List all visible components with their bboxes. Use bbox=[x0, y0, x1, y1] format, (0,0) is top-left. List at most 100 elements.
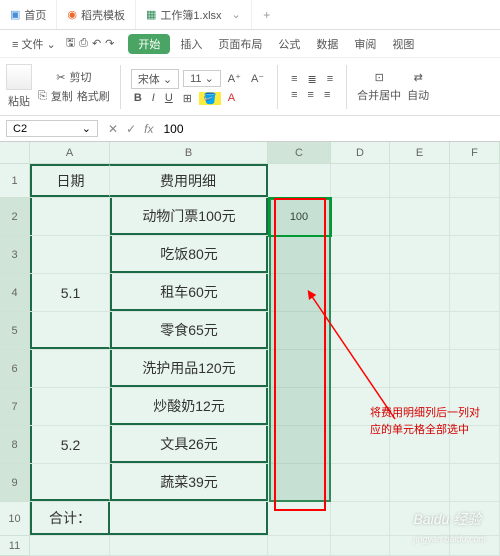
font-color-button[interactable]: A bbox=[225, 92, 238, 104]
cell-grid[interactable]: 日期 费用明细 动物门票100元 100 吃饭80元 bbox=[30, 164, 500, 556]
row-header[interactable]: 9 bbox=[0, 464, 30, 502]
cancel-formula-button[interactable]: ✕ bbox=[104, 122, 122, 136]
cell[interactable]: 100 bbox=[268, 198, 331, 235]
cell[interactable]: 洗护用品120元 bbox=[110, 350, 268, 387]
menu-start[interactable]: 开始 bbox=[128, 34, 170, 54]
cell[interactable] bbox=[30, 536, 110, 555]
align-bottom-button[interactable]: ≡ bbox=[324, 73, 336, 85]
menu-file[interactable]: ≡ 文件 ⌄ bbox=[6, 34, 62, 54]
fill-color-button[interactable]: 🪣 bbox=[199, 92, 221, 105]
cell[interactable]: 零食65元 bbox=[110, 312, 268, 349]
undo-icon[interactable]: ↶ bbox=[92, 37, 101, 50]
row-header[interactable]: 7 bbox=[0, 388, 30, 426]
menu-page-layout[interactable]: 页面布局 bbox=[212, 34, 268, 54]
col-header-e[interactable]: E bbox=[390, 142, 450, 164]
row-header[interactable]: 5 bbox=[0, 312, 30, 350]
select-all-corner[interactable] bbox=[0, 142, 30, 164]
cell[interactable] bbox=[450, 274, 500, 311]
redo-icon[interactable]: ↷ bbox=[105, 37, 114, 50]
cell[interactable] bbox=[30, 236, 110, 273]
cell[interactable] bbox=[390, 464, 450, 501]
cell[interactable] bbox=[450, 236, 500, 273]
fx-icon[interactable]: fx bbox=[140, 122, 157, 136]
cell[interactable] bbox=[268, 312, 331, 349]
row-header[interactable]: 2 bbox=[0, 198, 30, 236]
cell[interactable]: 动物门票100元 bbox=[110, 198, 268, 235]
cell[interactable] bbox=[331, 312, 390, 349]
new-tab-button[interactable]: + bbox=[252, 0, 282, 29]
cell-group1-label[interactable]: 5.1 bbox=[30, 274, 110, 311]
cell[interactable] bbox=[331, 274, 390, 311]
cell[interactable] bbox=[268, 236, 331, 273]
cell[interactable] bbox=[450, 350, 500, 387]
cell-reference-input[interactable]: C2⌄ bbox=[6, 120, 98, 137]
cell[interactable] bbox=[390, 312, 450, 349]
cell[interactable] bbox=[390, 350, 450, 387]
col-header-c[interactable]: C bbox=[268, 142, 331, 164]
accept-formula-button[interactable]: ✓ bbox=[122, 122, 140, 136]
cell[interactable] bbox=[30, 464, 110, 501]
cell[interactable] bbox=[331, 502, 390, 535]
row-header[interactable]: 1 bbox=[0, 164, 30, 198]
cell-total[interactable]: 合计： bbox=[30, 502, 110, 535]
font-size-select[interactable]: 11 ⌄ bbox=[183, 70, 221, 87]
row-header[interactable]: 3 bbox=[0, 236, 30, 274]
cell[interactable] bbox=[331, 350, 390, 387]
tab-workbook[interactable]: ▦ 工作簿1.xlsx ⌄ bbox=[136, 0, 252, 29]
menu-data[interactable]: 数据 bbox=[310, 34, 344, 54]
col-header-d[interactable]: D bbox=[331, 142, 390, 164]
cell[interactable] bbox=[331, 536, 390, 555]
menu-view[interactable]: 视图 bbox=[386, 34, 420, 54]
menu-formula[interactable]: 公式 bbox=[272, 34, 306, 54]
menu-insert[interactable]: 插入 bbox=[174, 34, 208, 54]
italic-button[interactable]: I bbox=[149, 92, 158, 104]
align-left-button[interactable]: ≡ bbox=[288, 89, 300, 101]
increase-font-button[interactable]: A⁺ bbox=[225, 72, 244, 85]
cut-button[interactable]: ✂剪切 bbox=[56, 69, 91, 85]
cell[interactable] bbox=[331, 198, 390, 235]
row-header[interactable]: 4 bbox=[0, 274, 30, 312]
cell[interactable] bbox=[390, 274, 450, 311]
cell[interactable] bbox=[110, 502, 268, 535]
col-header-a[interactable]: A bbox=[30, 142, 110, 164]
merge-group[interactable]: ⊡ 合并居中 bbox=[357, 71, 401, 103]
align-middle-button[interactable]: ≣ bbox=[305, 73, 320, 86]
cell[interactable] bbox=[390, 198, 450, 235]
menu-review[interactable]: 审阅 bbox=[348, 34, 382, 54]
cell[interactable] bbox=[450, 312, 500, 349]
underline-button[interactable]: U bbox=[162, 92, 176, 104]
copy-button[interactable]: ⎘复制 格式刷 bbox=[38, 88, 110, 104]
cell[interactable] bbox=[390, 164, 450, 197]
paste-group[interactable]: 粘贴 bbox=[6, 64, 32, 109]
col-header-f[interactable]: F bbox=[450, 142, 500, 164]
cell[interactable] bbox=[450, 198, 500, 235]
col-header-b[interactable]: B bbox=[110, 142, 268, 164]
cell[interactable] bbox=[450, 164, 500, 197]
formula-input[interactable]: 100 bbox=[157, 122, 500, 136]
cell[interactable] bbox=[331, 236, 390, 273]
cell[interactable] bbox=[30, 198, 110, 235]
cell[interactable] bbox=[331, 464, 390, 501]
tab-template[interactable]: ◉ 稻壳模板 bbox=[57, 0, 136, 29]
bold-button[interactable]: B bbox=[131, 92, 145, 104]
cell[interactable]: 蔬菜39元 bbox=[110, 464, 268, 501]
align-top-button[interactable]: ≡ bbox=[288, 73, 300, 85]
cell[interactable] bbox=[268, 536, 331, 555]
row-header[interactable]: 6 bbox=[0, 350, 30, 388]
cell[interactable] bbox=[30, 388, 110, 425]
dropdown-icon[interactable]: ⌄ bbox=[232, 8, 241, 21]
row-header[interactable]: 8 bbox=[0, 426, 30, 464]
cell[interactable] bbox=[30, 312, 110, 349]
cell[interactable]: 费用明细 bbox=[110, 164, 268, 197]
save-icon[interactable]: 🖫 bbox=[66, 34, 75, 53]
cell[interactable] bbox=[30, 350, 110, 387]
cell[interactable]: 日期 bbox=[30, 164, 110, 197]
align-center-button[interactable]: ≡ bbox=[305, 89, 317, 101]
row-header[interactable]: 10 bbox=[0, 502, 30, 536]
cell[interactable] bbox=[331, 164, 390, 197]
cell[interactable] bbox=[390, 236, 450, 273]
cell[interactable] bbox=[268, 426, 331, 463]
cell[interactable] bbox=[450, 464, 500, 501]
cell[interactable]: 炒酸奶12元 bbox=[110, 388, 268, 425]
font-name-select[interactable]: 宋体 ⌄ bbox=[131, 69, 179, 89]
